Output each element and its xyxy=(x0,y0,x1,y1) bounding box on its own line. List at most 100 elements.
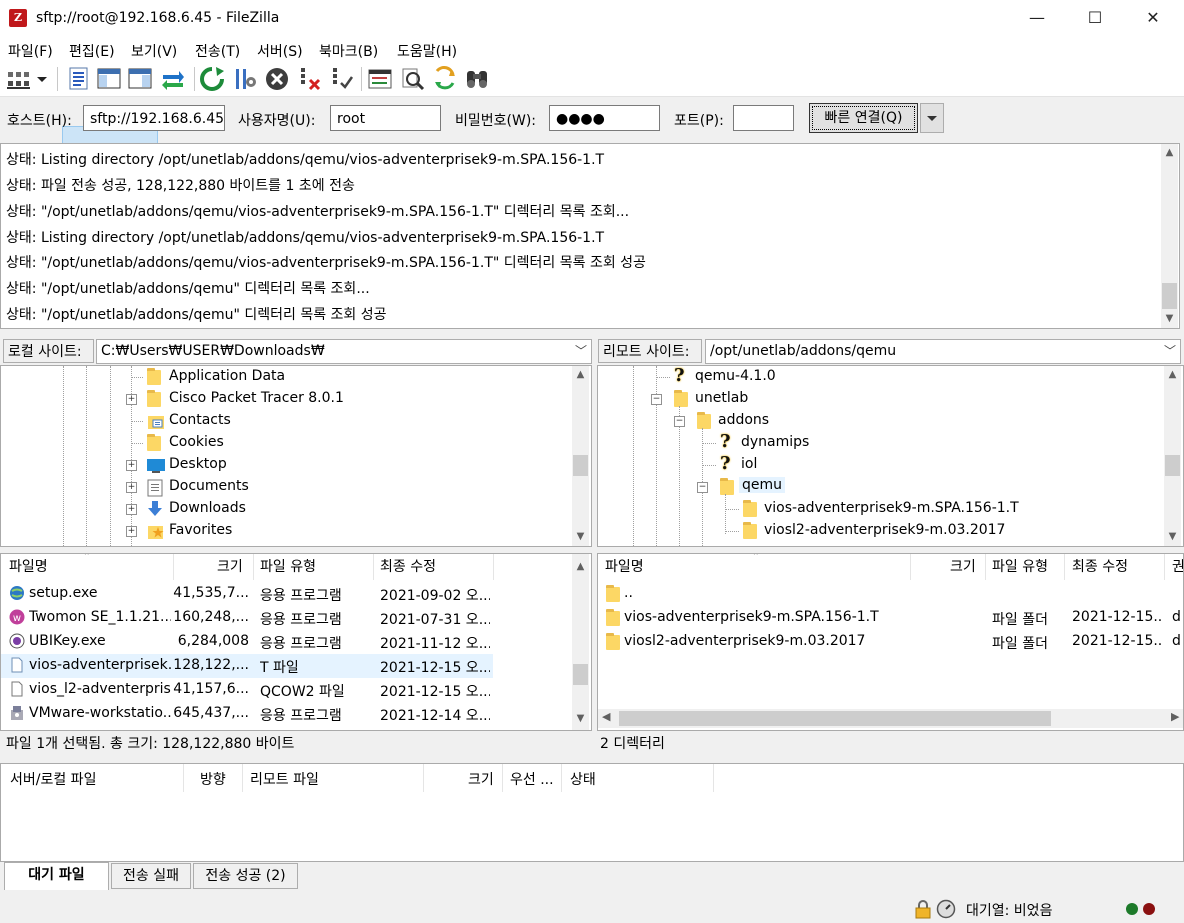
tab-successful-transfers[interactable]: 전송 성공 (2) xyxy=(193,863,298,889)
local-tree-scrollbar[interactable]: ▲ ▼ xyxy=(572,366,589,546)
table-row[interactable]: viosl2-adventerprisek9-m.03.2017 파일 폴더 2… xyxy=(598,630,1183,654)
table-row[interactable]: VMware-workstatio... 645,437,... 응용 프로그램… xyxy=(1,702,572,726)
column-header-filename[interactable]: 파일명 xyxy=(605,556,644,576)
search-icon[interactable] xyxy=(464,66,490,92)
local-list-scrollbar[interactable]: ▲ ▼ xyxy=(572,554,589,730)
toggle-local-tree-icon[interactable] xyxy=(96,66,122,92)
expand-icon[interactable]: + xyxy=(126,526,137,537)
table-row[interactable]: vios_l2-adventerpris... 41,157,6... QCOW… xyxy=(1,678,572,702)
tree-item-cisco-packet-tracer[interactable]: Cisco Packet Tracer 8.0.1 xyxy=(169,390,344,406)
password-input[interactable]: ●●●● xyxy=(549,105,660,131)
remote-tree-scrollbar[interactable]: ▲ ▼ xyxy=(1164,366,1181,546)
tab-failed-transfers[interactable]: 전송 실패 xyxy=(111,863,191,889)
tree-item-documents[interactable]: Documents xyxy=(169,478,249,494)
menu-view[interactable]: 보기(V) xyxy=(131,41,177,61)
quickconnect-button[interactable]: 빠른 연결(Q) xyxy=(809,103,918,133)
queue-header-direction[interactable]: 방향 xyxy=(200,769,226,789)
close-button[interactable]: ✕ xyxy=(1124,0,1182,38)
table-row[interactable]: w Twomon SE_1.1.21.... 160,248,... 응용 프로… xyxy=(1,606,572,630)
tree-item-iol[interactable]: iol xyxy=(741,456,757,472)
collapse-icon[interactable]: − xyxy=(651,394,662,405)
tree-item-addons[interactable]: addons xyxy=(718,412,769,428)
chevron-down-icon[interactable]: ﹀ xyxy=(1164,340,1176,363)
table-row-selected[interactable]: vios-adventerprisek... 128,122,... T 파일 … xyxy=(1,654,493,678)
maximize-button[interactable]: ☐ xyxy=(1066,0,1124,38)
menu-server[interactable]: 서버(S) xyxy=(257,41,303,61)
expand-icon[interactable]: + xyxy=(126,460,137,471)
toggle-log-icon[interactable] xyxy=(66,66,92,92)
scroll-down-arrow-icon[interactable]: ▼ xyxy=(572,710,589,727)
scroll-up-arrow-icon[interactable]: ▲ xyxy=(1161,144,1178,161)
compare-directories-icon[interactable] xyxy=(400,66,426,92)
queue-header-status[interactable]: 상태 xyxy=(570,769,596,789)
collapse-icon[interactable]: − xyxy=(697,482,708,493)
minimize-button[interactable]: — xyxy=(1008,0,1066,38)
expand-icon[interactable]: + xyxy=(126,482,137,493)
toggle-queue-icon[interactable] xyxy=(160,66,186,92)
speed-limit-icon[interactable] xyxy=(936,899,956,919)
process-queue-icon[interactable] xyxy=(232,66,258,92)
column-header-modified[interactable]: 최종 수정 xyxy=(1072,556,1128,576)
column-header-filetype[interactable]: 파일 유형 xyxy=(260,556,316,576)
remote-list-hscrollbar[interactable]: ◀ ▶ xyxy=(598,709,1183,728)
host-input[interactable]: sftp://192.168.6.45 xyxy=(83,105,225,131)
username-input[interactable]: root xyxy=(330,105,441,131)
tree-item-desktop[interactable]: Desktop xyxy=(169,456,227,472)
refresh-icon[interactable] xyxy=(199,66,225,92)
menu-bookmarks[interactable]: 북마크(B) xyxy=(319,41,378,61)
column-header-size[interactable]: 크기 xyxy=(950,556,976,576)
scroll-down-arrow-icon[interactable]: ▼ xyxy=(572,528,589,545)
column-header-modified[interactable]: 최종 수정 xyxy=(380,556,436,576)
tab-queued-files[interactable]: 대기 파일 xyxy=(4,862,109,890)
tree-item-downloads[interactable]: Downloads xyxy=(169,500,246,516)
column-header-size[interactable]: 크기 xyxy=(217,556,243,576)
table-row[interactable]: vios-adventerprisek9-m.SPA.156-1.T 파일 폴더… xyxy=(598,606,1183,630)
tree-item-viosl2[interactable]: viosl2-adventerprisek9-m.03.2017 xyxy=(764,522,1005,538)
scroll-down-arrow-icon[interactable]: ▼ xyxy=(1164,528,1181,545)
cancel-icon[interactable] xyxy=(264,66,290,92)
log-scrollbar[interactable]: ▲ ▼ xyxy=(1161,144,1178,328)
disconnect-icon[interactable] xyxy=(297,66,323,92)
column-header-filename[interactable]: 파일명 xyxy=(9,556,48,576)
scroll-down-arrow-icon[interactable]: ▼ xyxy=(1161,310,1178,327)
column-header-filetype[interactable]: 파일 유형 xyxy=(992,556,1048,576)
tree-item-qemu-selected[interactable]: qemu xyxy=(739,477,786,493)
tree-item-application-data[interactable]: Application Data xyxy=(169,368,285,384)
toggle-remote-tree-icon[interactable] xyxy=(127,66,153,92)
collapse-icon[interactable]: − xyxy=(674,416,685,427)
tree-item-favorites[interactable]: Favorites xyxy=(169,522,232,538)
scroll-up-arrow-icon[interactable]: ▲ xyxy=(1164,366,1181,383)
table-row[interactable]: .. xyxy=(598,582,1183,606)
local-path-combo[interactable]: C:₩Users₩USER₩Downloads₩ ﹀ xyxy=(96,339,592,364)
quickconnect-dropdown[interactable] xyxy=(920,103,944,133)
tree-item-vios[interactable]: vios-adventerprisek9-m.SPA.156-1.T xyxy=(764,500,1019,516)
expand-icon[interactable]: + xyxy=(126,394,137,405)
menu-file[interactable]: 파일(F) xyxy=(8,41,53,61)
queue-header-priority[interactable]: 우선 ... xyxy=(510,769,554,789)
tree-item-contacts[interactable]: Contacts xyxy=(169,412,231,428)
menu-help[interactable]: 도움말(H) xyxy=(397,41,457,61)
site-manager-icon[interactable] xyxy=(6,66,32,92)
menu-edit[interactable]: 편집(E) xyxy=(69,41,115,61)
menu-transfer[interactable]: 전송(T) xyxy=(195,41,240,61)
dropdown-arrow-icon[interactable] xyxy=(34,66,50,92)
column-header-permissions[interactable]: 권 xyxy=(1172,556,1183,576)
chevron-down-icon[interactable]: ﹀ xyxy=(575,340,587,363)
queue-header-size[interactable]: 크기 xyxy=(468,769,494,789)
table-row[interactable]: UBIKey.exe 6,284,008 응용 프로그램 2021-11-12 … xyxy=(1,630,572,654)
scroll-up-arrow-icon[interactable]: ▲ xyxy=(572,558,589,575)
port-input[interactable] xyxy=(733,105,794,131)
reconnect-icon[interactable] xyxy=(329,66,355,92)
tree-item-unetlab[interactable]: unetlab xyxy=(695,390,748,406)
tree-item-qemu-4-1-0[interactable]: qemu-4.1.0 xyxy=(695,368,776,384)
scroll-left-arrow-icon[interactable]: ◀ xyxy=(602,710,610,723)
expand-icon[interactable]: + xyxy=(126,504,137,515)
tree-item-dynamips[interactable]: dynamips xyxy=(741,434,809,450)
queue-header-server-local-file[interactable]: 서버/로컬 파일 xyxy=(10,769,96,789)
scroll-right-arrow-icon[interactable]: ▶ xyxy=(1171,710,1179,723)
remote-path-combo[interactable]: /opt/unetlab/addons/qemu ﹀ xyxy=(705,339,1181,364)
tree-item-cookies[interactable]: Cookies xyxy=(169,434,224,450)
queue-header-remote-file[interactable]: 리모트 파일 xyxy=(250,769,319,789)
table-row[interactable]: setup.exe 41,535,7... 응용 프로그램 2021-09-02… xyxy=(1,582,572,606)
synchronized-browsing-icon[interactable] xyxy=(432,66,458,92)
